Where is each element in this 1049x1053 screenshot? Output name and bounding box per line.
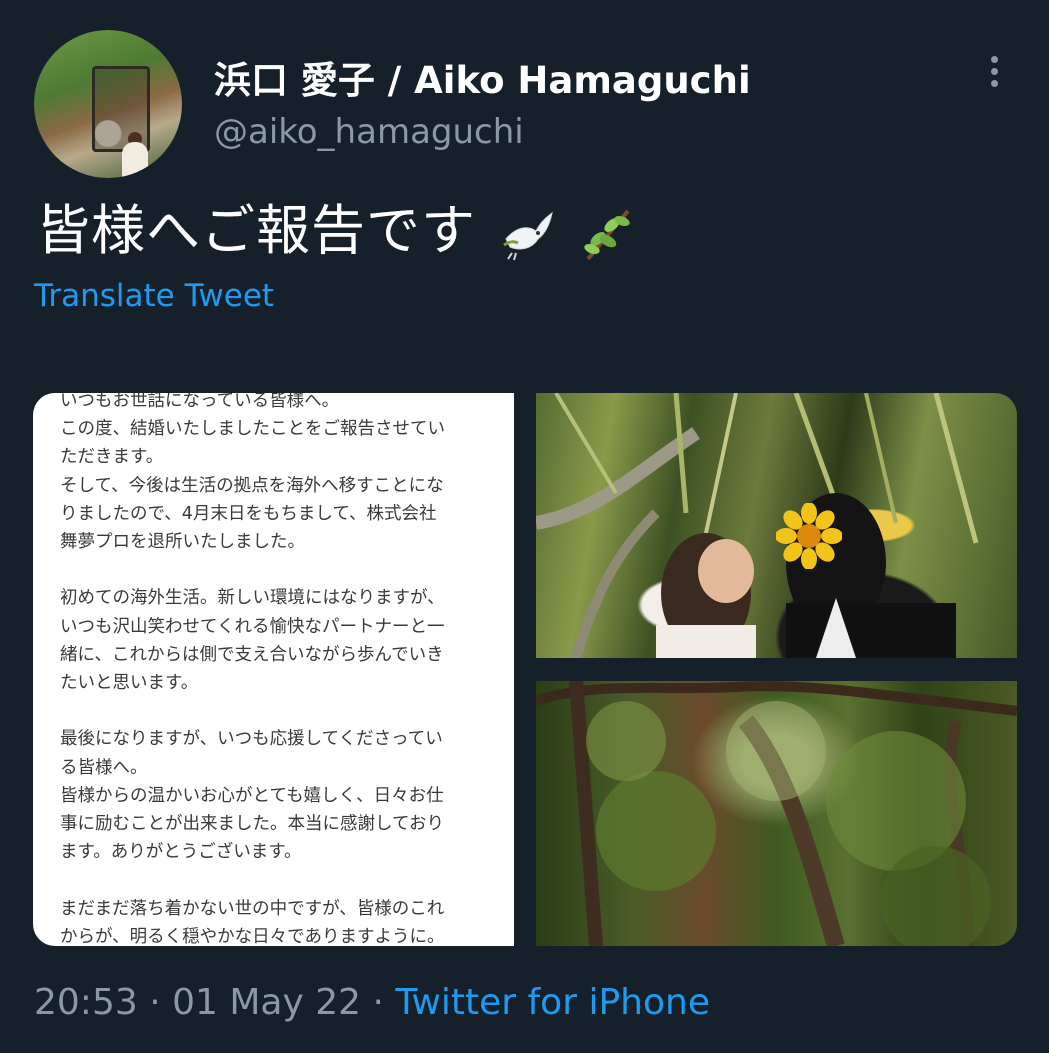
document-text-line: そして、今後は生活の拠点を海外へ移すことにな [60,475,444,496]
tweet-date[interactable]: 01 May 22 [172,982,361,1023]
avatar-person-body [122,142,148,178]
document-text-line: りましたので、4月末日をもちまして、株式会社 [60,503,437,524]
tweet-text-body: 皆様へご報告です [36,199,476,262]
document-text-line: 事に励むことが出来ました。本当に感謝しており [60,814,444,834]
more-options-icon[interactable] [983,56,1005,92]
document-text-line: たいと思います。 [60,673,199,693]
author-display-name[interactable]: 浜口 愛子 / Aiko Hamaguchi [214,50,751,104]
document-text-line: いつも沢山笑わせてくれる愉快なパートナーと一 [60,616,445,637]
document-text-line: 緒に、これからは側で支え合いながら歩んでいき [60,644,444,665]
media-grid: いつもお世話になっている皆様へ。この度、結婚いたしましたことをご報告させてい ただ… [33,393,1017,946]
profile-avatar[interactable] [34,30,182,178]
forest-photo-trees [536,681,1017,946]
tweet-metadata: 20:53 · 01 May 22 · Twitter for iPhone [34,982,710,1023]
meta-separator: · [149,982,161,1023]
translate-tweet-link[interactable]: Translate Tweet [34,278,274,314]
document-text-line: る皆様へ。 [60,757,148,778]
document-text-line: からが、明るく穏やかな日々でありますように。 [60,926,445,946]
document-text-line: ます。ありがとうございます。 [60,842,302,863]
herb-emoji-icon [584,210,631,261]
announcement-document-image[interactable]: いつもお世話になっている皆様へ。この度、結婚いたしましたことをご報告させてい ただ… [33,393,514,946]
document-text-line: 最後になりますが、いつも応援してくださってい [60,729,443,750]
document-text-line: ただきます。 [60,447,164,468]
tweet-source-link[interactable]: Twitter for iPhone [395,982,710,1023]
document-text-line: 初めての海外生活。新しい環境にはなりますが、 [60,588,445,609]
meta-separator: · [372,982,384,1023]
couple-photo[interactable] [536,393,1017,658]
forest-photo[interactable] [536,681,1017,946]
sunflower-sticker-icon [776,503,842,569]
tweet-time: 20:53 [34,982,138,1023]
author-handle[interactable]: @aiko_hamaguchi [214,112,524,152]
document-text-line: 舞夢プロを退所いたしました。 [60,532,305,552]
document-text-line: まだまだ落ち着かない世の中ですが、皆様のこれ [60,898,445,919]
document-text-line: 皆様からの温かいお心がとても嬉しく、日々お仕 [60,785,444,806]
tweet-text: 皆様へご報告です [36,186,636,265]
document-text-line: この度、結婚いたしましたことをご報告させてい [60,419,445,440]
document-text-line: いつもお世話になっている皆様へ。 [60,393,340,411]
dove-emoji-icon [503,211,553,261]
